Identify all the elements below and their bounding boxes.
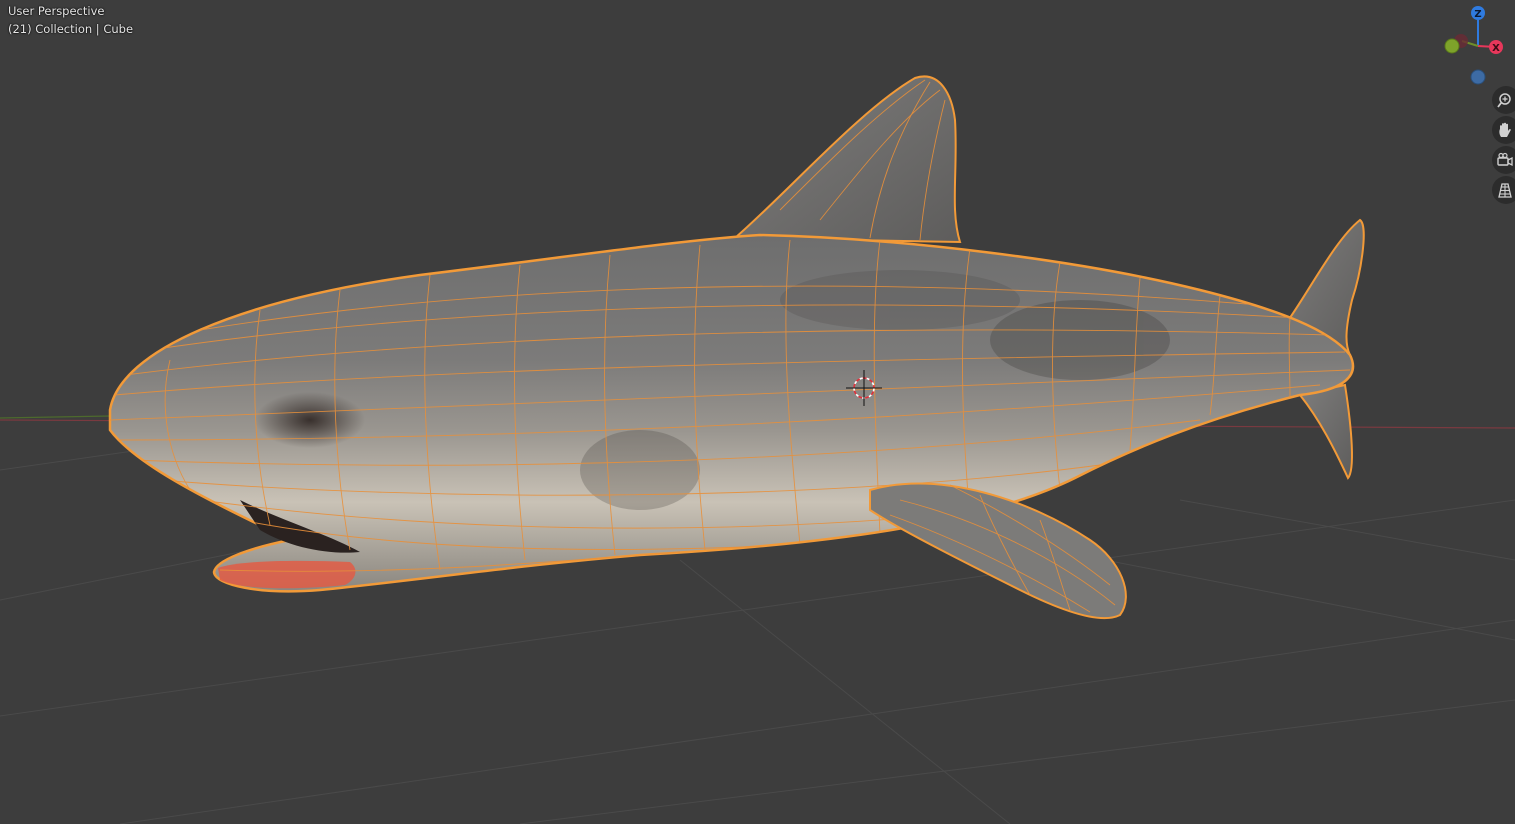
3d-viewport[interactable]: Z X [0,0,1515,824]
collection-info-label: (21) Collection | Cube [8,22,134,36]
zoom-icon [1497,93,1511,108]
gizmo-y [1444,38,1460,54]
grid-icon [1498,183,1512,198]
gizmo-neg-z [1470,69,1486,85]
navigation-gizmo[interactable]: Z X [1444,6,1503,85]
ortho-toggle-button[interactable] [1492,176,1515,204]
pan-button[interactable] [1492,116,1515,144]
view-name-label: User Perspective [8,4,105,18]
teeth [218,560,356,589]
zoom-button[interactable] [1492,86,1515,114]
gizmo-z-label: Z [1474,9,1481,20]
eye-shading [255,392,365,448]
shark-model[interactable] [108,75,1365,620]
tail-fin-lower [1298,383,1353,480]
hand-icon [1499,122,1511,137]
pectoral-fin [869,482,1127,620]
gizmo-x-label: X [1492,43,1500,54]
camera-button[interactable] [1492,146,1515,174]
y-axis-line [0,415,111,419]
camera-icon [1497,152,1513,167]
